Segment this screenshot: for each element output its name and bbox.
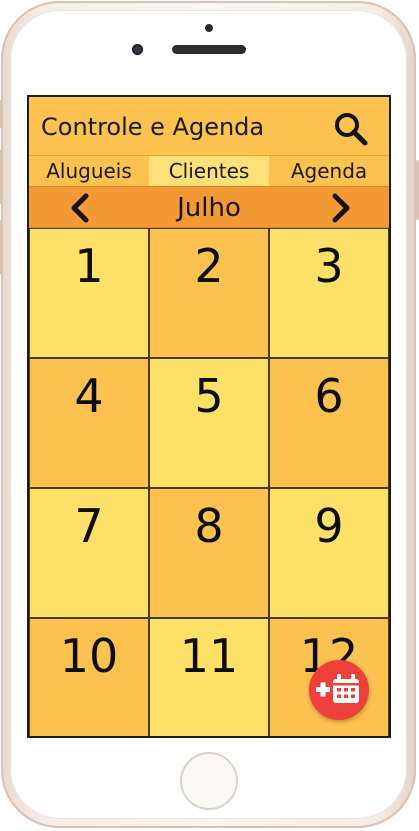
tab-clientes[interactable]: Clientes <box>149 156 269 186</box>
day-cell[interactable]: 7 <box>29 488 149 618</box>
day-number: 9 <box>314 499 344 553</box>
day-cell[interactable]: 3 <box>269 228 389 358</box>
add-calendar-event-icon <box>316 674 359 703</box>
front-camera <box>132 44 143 55</box>
chevron-right-icon[interactable] <box>327 193 355 223</box>
app-screen: Controle e Agenda Alugueis Clientes Agen… <box>27 95 391 738</box>
proximity-sensor <box>205 24 213 32</box>
day-number: 4 <box>74 369 104 423</box>
day-number: 2 <box>194 239 224 293</box>
day-number: 1 <box>74 239 104 293</box>
day-number: 8 <box>194 499 224 553</box>
search-button[interactable] <box>331 109 371 149</box>
day-cell[interactable]: 2 <box>149 228 269 358</box>
day-cell[interactable]: 6 <box>269 358 389 488</box>
day-number: 7 <box>74 499 104 553</box>
app-header: Controle e Agenda <box>29 97 389 156</box>
day-cell[interactable]: 8 <box>149 488 269 618</box>
day-cell[interactable]: 5 <box>149 358 269 488</box>
day-cell[interactable]: 11 <box>149 618 269 736</box>
day-cell[interactable]: 1 <box>29 228 149 358</box>
tab-bar: Alugueis Clientes Agenda <box>29 156 389 186</box>
earpiece-speaker <box>172 45 246 54</box>
day-cell[interactable]: 9 <box>269 488 389 618</box>
day-cell[interactable]: 10 <box>29 618 149 736</box>
day-number: 11 <box>179 629 239 683</box>
mute-switch <box>0 100 3 128</box>
day-number: 5 <box>194 369 224 423</box>
month-navigation: Julho <box>29 186 389 228</box>
volume-up-button <box>0 150 3 204</box>
day-number: 6 <box>314 369 344 423</box>
day-number: 10 <box>59 629 119 683</box>
volume-down-button <box>0 220 3 274</box>
tab-alugueis[interactable]: Alugueis <box>29 156 149 186</box>
day-cell[interactable]: 4 <box>29 358 149 488</box>
tab-agenda[interactable]: Agenda <box>269 156 389 186</box>
add-event-button[interactable] <box>309 660 369 720</box>
day-number: 3 <box>314 239 344 293</box>
app-title: Controle e Agenda <box>41 113 265 141</box>
home-button[interactable] <box>180 752 238 810</box>
search-icon <box>335 113 368 146</box>
